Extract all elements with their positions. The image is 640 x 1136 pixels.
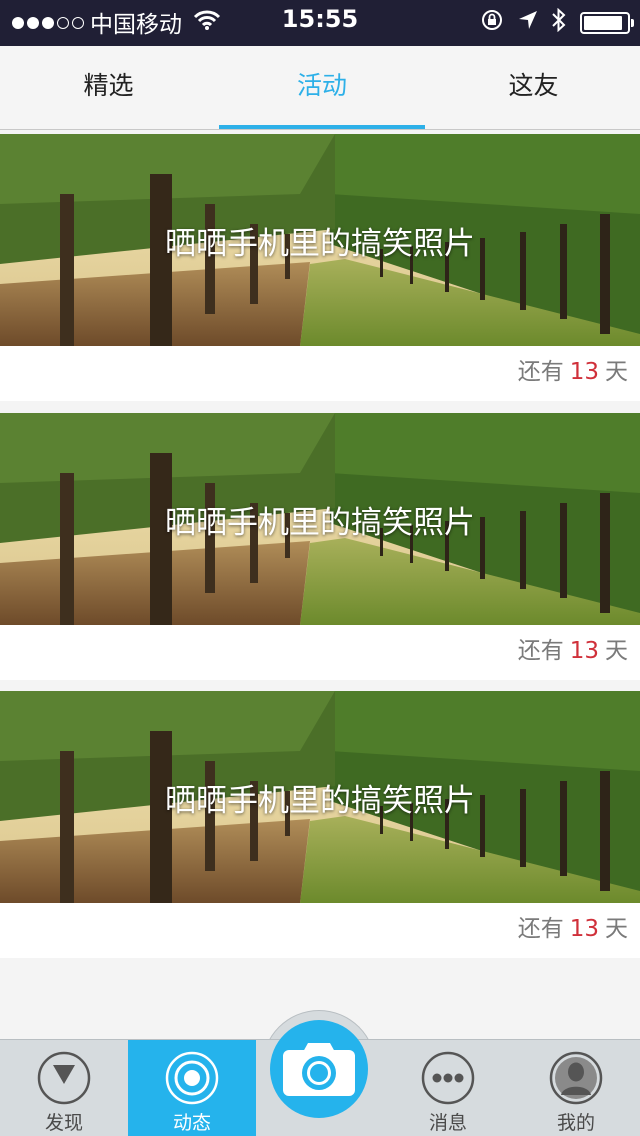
activity-card[interactable]: 晒晒手机里的搞笑照片 还有 13 天 <box>0 413 640 680</box>
tab-featured[interactable]: 精选 <box>0 46 217 129</box>
activity-banner-image: 晒晒手机里的搞笑照片 <box>0 413 640 625</box>
activity-countdown: 还有 13 天 <box>517 916 628 942</box>
radar-icon <box>165 1051 219 1105</box>
tab-activities[interactable]: 活动 <box>217 46 427 129</box>
bluetooth-icon <box>552 7 566 38</box>
activity-banner-image: 晒晒手机里的搞笑照片 <box>0 134 640 346</box>
tab-discover[interactable]: 发现 <box>0 1040 128 1136</box>
tab-messages[interactable]: 消息 <box>384 1040 512 1136</box>
chat-bubble-icon <box>421 1051 475 1105</box>
activity-card[interactable]: 晒晒手机里的搞笑照片 还有 13 天 <box>0 134 640 401</box>
activity-card[interactable]: 晒晒手机里的搞笑照片 还有 13 天 <box>0 691 640 958</box>
days-remaining: 13 <box>569 916 599 942</box>
orientation-lock-icon <box>480 8 504 38</box>
activity-countdown: 还有 13 天 <box>517 638 628 664</box>
tab-friends[interactable]: 这友 <box>427 46 640 129</box>
activity-title: 晒晒手机里的搞笑照片 <box>165 505 475 541</box>
battery-icon <box>580 12 634 34</box>
location-icon <box>518 10 538 36</box>
camera-button[interactable] <box>270 1020 368 1118</box>
activity-banner-image: 晒晒手机里的搞笑照片 <box>0 691 640 903</box>
tab-profile-label: 我的 <box>556 1112 595 1134</box>
days-remaining: 13 <box>569 359 599 385</box>
top-tab-bar: 精选 活动 这友 <box>0 46 640 130</box>
activity-title: 晒晒手机里的搞笑照片 <box>165 783 475 819</box>
tab-messages-label: 消息 <box>428 1112 467 1134</box>
tab-discover-label: 发现 <box>44 1112 83 1134</box>
compass-icon <box>37 1051 91 1105</box>
days-remaining: 13 <box>569 638 599 664</box>
camera-icon <box>283 1043 355 1096</box>
activity-title: 晒晒手机里的搞笑照片 <box>165 226 475 262</box>
tab-feed-label: 动态 <box>172 1112 211 1134</box>
activity-countdown: 还有 13 天 <box>517 359 628 385</box>
profile-avatar-icon <box>549 1051 603 1105</box>
tab-profile[interactable]: 我的 <box>512 1040 640 1136</box>
status-bar: 中国移动 15:55 <box>0 0 640 46</box>
tab-feed[interactable]: 动态 <box>128 1040 256 1136</box>
